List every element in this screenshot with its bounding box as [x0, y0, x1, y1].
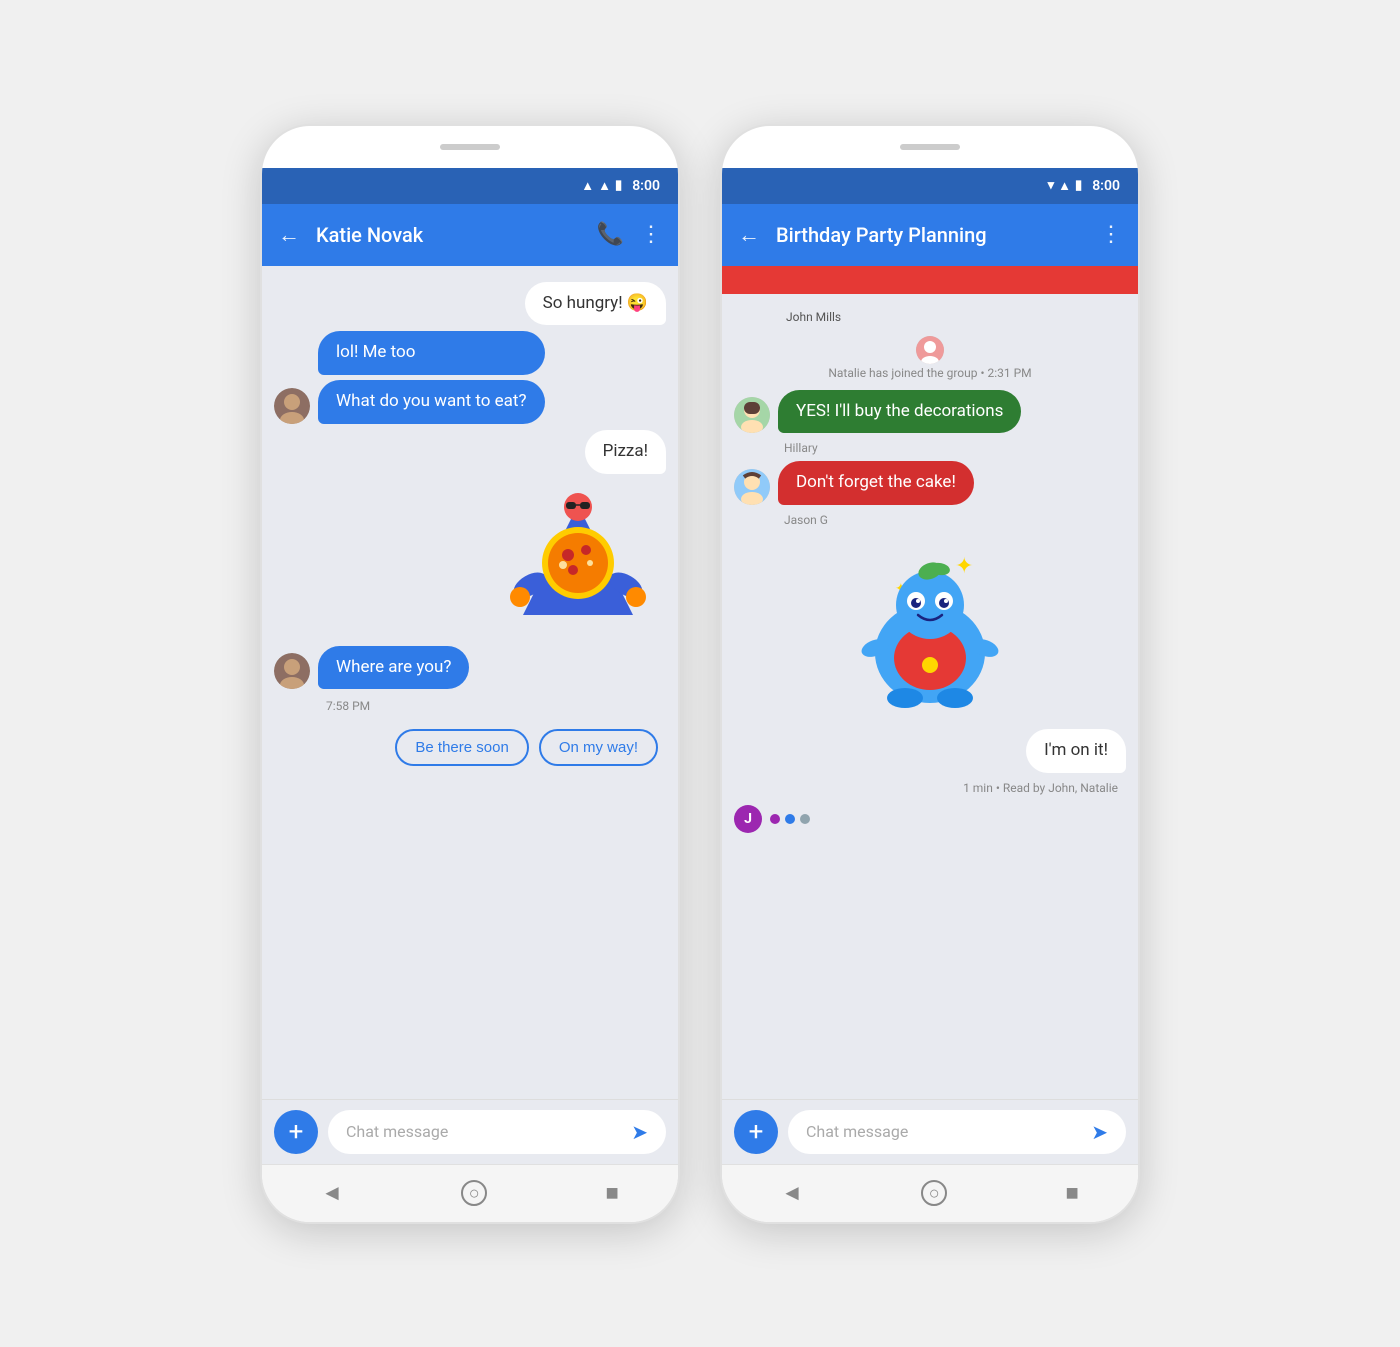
status-icons-1: ▲ ▲ ▮: [581, 178, 622, 194]
bubble-text-lol: lol! Me too: [336, 342, 415, 362]
pizza-sticker-row: [274, 480, 666, 640]
signal-icon: ▲: [581, 178, 594, 194]
chat-input-2[interactable]: Chat message ➤: [788, 1110, 1126, 1154]
bubble-received-2: What do you want to eat?: [318, 380, 545, 424]
typing-dot-1: [770, 814, 780, 824]
creature-sticker-row: ✦ ✦: [734, 533, 1126, 723]
message-row-jason: Don't forget the cake! Jason G: [734, 461, 1126, 527]
message-row-sent-1: So hungry! 😜: [274, 282, 666, 326]
time-1: 8:00: [632, 178, 660, 194]
avatar-katie: [274, 388, 310, 424]
bubble-jason: Don't forget the cake!: [778, 461, 974, 505]
bubbles-stack-received: lol! Me too What do you want to eat?: [318, 331, 545, 424]
pizza-sticker: [498, 480, 658, 640]
typing-dot-2: [785, 814, 795, 824]
back-nav-1[interactable]: ◄: [321, 1180, 343, 1206]
call-icon-1[interactable]: 📞: [597, 222, 624, 247]
back-nav-2[interactable]: ◄: [781, 1180, 803, 1206]
contact-name-1: Katie Novak: [316, 223, 581, 247]
sender-name-hillary-label: Hillary: [734, 441, 818, 455]
typing-indicator: J: [734, 801, 1126, 837]
bubble-text-jason: Don't forget the cake!: [796, 472, 956, 492]
system-msg-natalie: Natalie has joined the group • 2:31 PM: [734, 332, 1126, 384]
add-button-1[interactable]: +: [274, 1110, 318, 1154]
bubble-text-hillary: YES! I'll buy the decorations: [796, 401, 1003, 421]
creature-sticker: ✦ ✦: [850, 543, 1010, 713]
send-icon-2[interactable]: ➤: [1091, 1120, 1108, 1144]
sender-label-john: John Mills: [786, 310, 841, 324]
chat-input-bar-1: + Chat message ➤: [262, 1099, 678, 1164]
battery-icon: ▮: [615, 178, 622, 193]
system-text-natalie: Natalie has joined the group • 2:31 PM: [828, 366, 1031, 380]
chat-area-1: So hungry! 😜 lol! Me too: [262, 266, 678, 1099]
status-bar-1: ▲ ▲ ▮ 8:00: [262, 168, 678, 204]
bubble-text-where: Where are you?: [336, 657, 451, 677]
battery-icon-2: ▮: [1075, 178, 1082, 193]
phone-2: ▾ ▲ ▮ 8:00 ← Birthday Party Planning ⋮ J…: [720, 124, 1140, 1224]
group-name-2: Birthday Party Planning: [776, 223, 1084, 247]
chat-area-2: John Mills Natalie has joined the group …: [722, 294, 1138, 1099]
menu-icon-1[interactable]: ⋮: [640, 222, 662, 247]
status-icons-2: ▾ ▲ ▮: [1048, 178, 1083, 194]
quick-reply-soon[interactable]: Be there soon: [395, 729, 528, 766]
bubble-text-im-on-it: I'm on it!: [1044, 740, 1108, 760]
phone-1: ▲ ▲ ▮ 8:00 ← Katie Novak 📞 ⋮ So hungry! …: [260, 124, 680, 1224]
typing-avatar-j: J: [734, 805, 762, 833]
sender-name-john: John Mills: [734, 310, 1126, 324]
quick-reply-way[interactable]: On my way!: [539, 729, 658, 766]
menu-icon-2[interactable]: ⋮: [1100, 222, 1122, 247]
typing-dots: [770, 814, 810, 824]
back-button-1[interactable]: ←: [278, 222, 300, 248]
signal-icon-2: ▲: [1058, 178, 1071, 194]
toolbar-1: ← Katie Novak 📞 ⋮: [262, 204, 678, 266]
time-label-1: 7:58 PM: [326, 699, 370, 713]
nav-bar-2: ◄ ○ ■: [722, 1164, 1138, 1222]
chat-input-1[interactable]: Chat message ➤: [328, 1110, 666, 1154]
phones-container: ▲ ▲ ▮ 8:00 ← Katie Novak 📞 ⋮ So hungry! …: [260, 124, 1140, 1224]
message-row-im-on-it: I'm on it!: [734, 729, 1126, 773]
recent-nav-2[interactable]: ■: [1066, 1180, 1079, 1206]
typing-dot-3: [800, 814, 810, 824]
bubble-sent-1: So hungry! 😜: [525, 282, 666, 326]
avatar-katie-2: [274, 653, 310, 689]
input-placeholder-2: Chat message: [806, 1122, 908, 1141]
bubble-pizza: Pizza!: [585, 430, 666, 474]
message-row-hillary: YES! I'll buy the decorations Hillary: [734, 390, 1126, 456]
input-placeholder-1: Chat message: [346, 1122, 448, 1141]
chat-input-bar-2: + Chat message ➤: [722, 1099, 1138, 1164]
bubble-received-1: lol! Me too: [318, 331, 545, 375]
wifi-icon: ▲: [598, 178, 611, 194]
wifi-icon-2: ▾: [1048, 178, 1055, 193]
nav-bar-1: ◄ ○ ■: [262, 1164, 678, 1222]
natalie-avatar: [916, 336, 944, 364]
recent-nav-1[interactable]: ■: [606, 1180, 619, 1206]
bubble-text-1: So hungry! 😜: [543, 293, 648, 313]
bubble-where: Where are you?: [318, 646, 469, 690]
bubble-hillary: YES! I'll buy the decorations: [778, 390, 1021, 434]
home-nav-2[interactable]: ○: [921, 1180, 947, 1206]
message-row-received-group: lol! Me too What do you want to eat?: [274, 331, 666, 424]
message-row-where: Where are you?: [274, 646, 666, 690]
read-receipt: 1 min • Read by John, Natalie: [734, 779, 1126, 795]
avatar-jason: [734, 469, 770, 505]
time-2: 8:00: [1092, 178, 1120, 194]
svg-text:✦: ✦: [955, 554, 973, 579]
status-bar-2: ▾ ▲ ▮ 8:00: [722, 168, 1138, 204]
bubble-text-pizza: Pizza!: [603, 441, 648, 461]
message-row-pizza: Pizza!: [274, 430, 666, 474]
toolbar-2: ← Birthday Party Planning ⋮: [722, 204, 1138, 266]
read-receipt-text: 1 min • Read by John, Natalie: [963, 781, 1118, 795]
send-icon-1[interactable]: ➤: [631, 1120, 648, 1144]
group-top-banner: [722, 266, 1138, 294]
avatar-hillary: [734, 397, 770, 433]
quick-replies-row: Be there soon On my way!: [274, 723, 666, 766]
timestamp-1: 7:58 PM: [274, 695, 666, 717]
bubble-im-on-it: I'm on it!: [1026, 729, 1126, 773]
home-nav-1[interactable]: ○: [461, 1180, 487, 1206]
sender-name-jason-label: Jason G: [734, 513, 828, 527]
back-button-2[interactable]: ←: [738, 222, 760, 248]
bubble-text-eat: What do you want to eat?: [336, 391, 527, 411]
add-button-2[interactable]: +: [734, 1110, 778, 1154]
